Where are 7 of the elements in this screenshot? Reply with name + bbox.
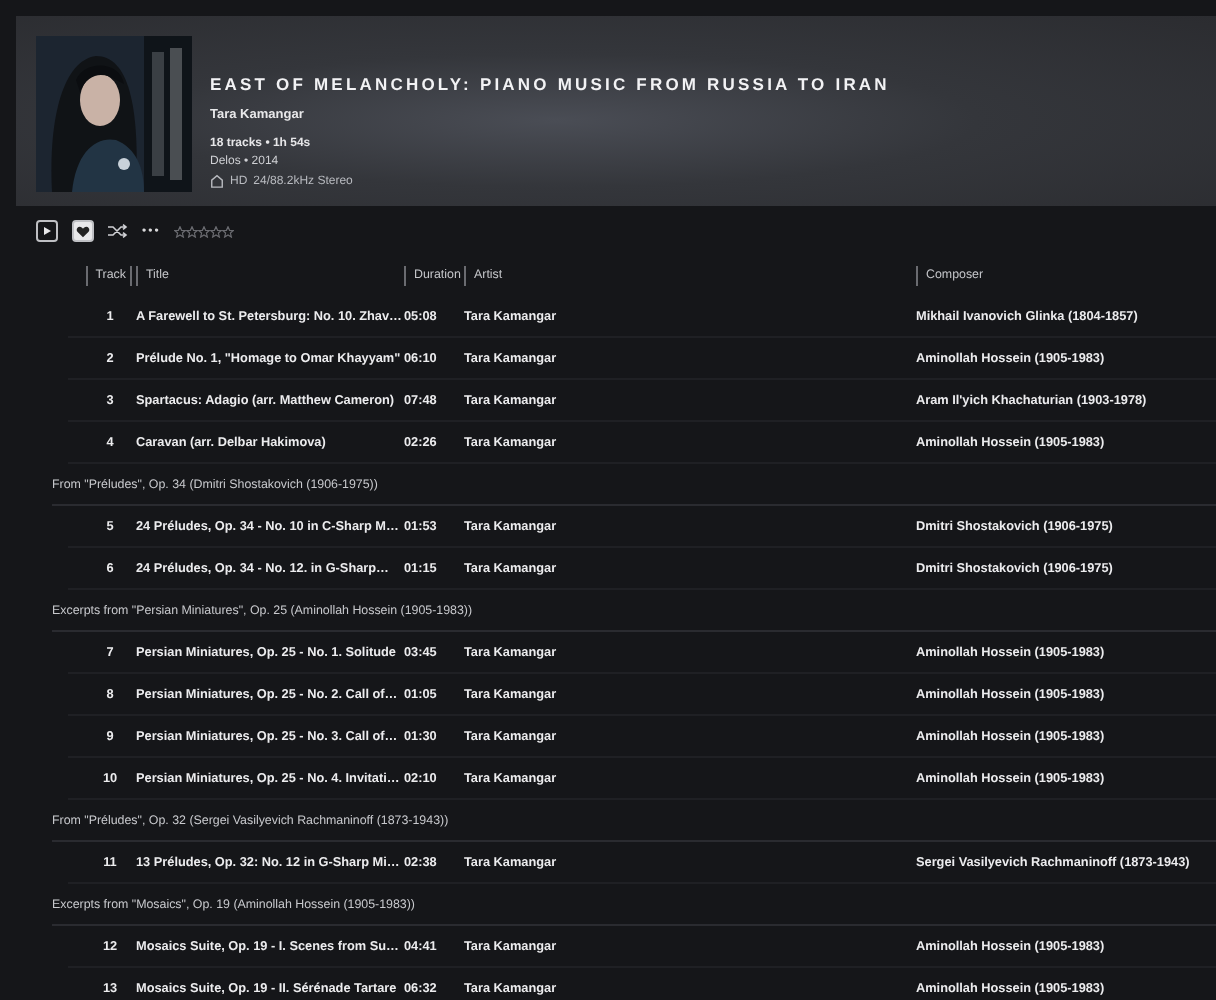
- favorite-button[interactable]: [72, 220, 94, 242]
- album-title: EAST OF MELANCHOLY: PIANO MUSIC FROM RUSSIA TO IRAN: [210, 74, 890, 94]
- star-rating[interactable]: [174, 225, 235, 237]
- play-button[interactable]: [36, 220, 58, 242]
- house-icon: [210, 174, 224, 188]
- shuffle-icon[interactable]: [108, 224, 128, 238]
- play-icon: [42, 226, 52, 236]
